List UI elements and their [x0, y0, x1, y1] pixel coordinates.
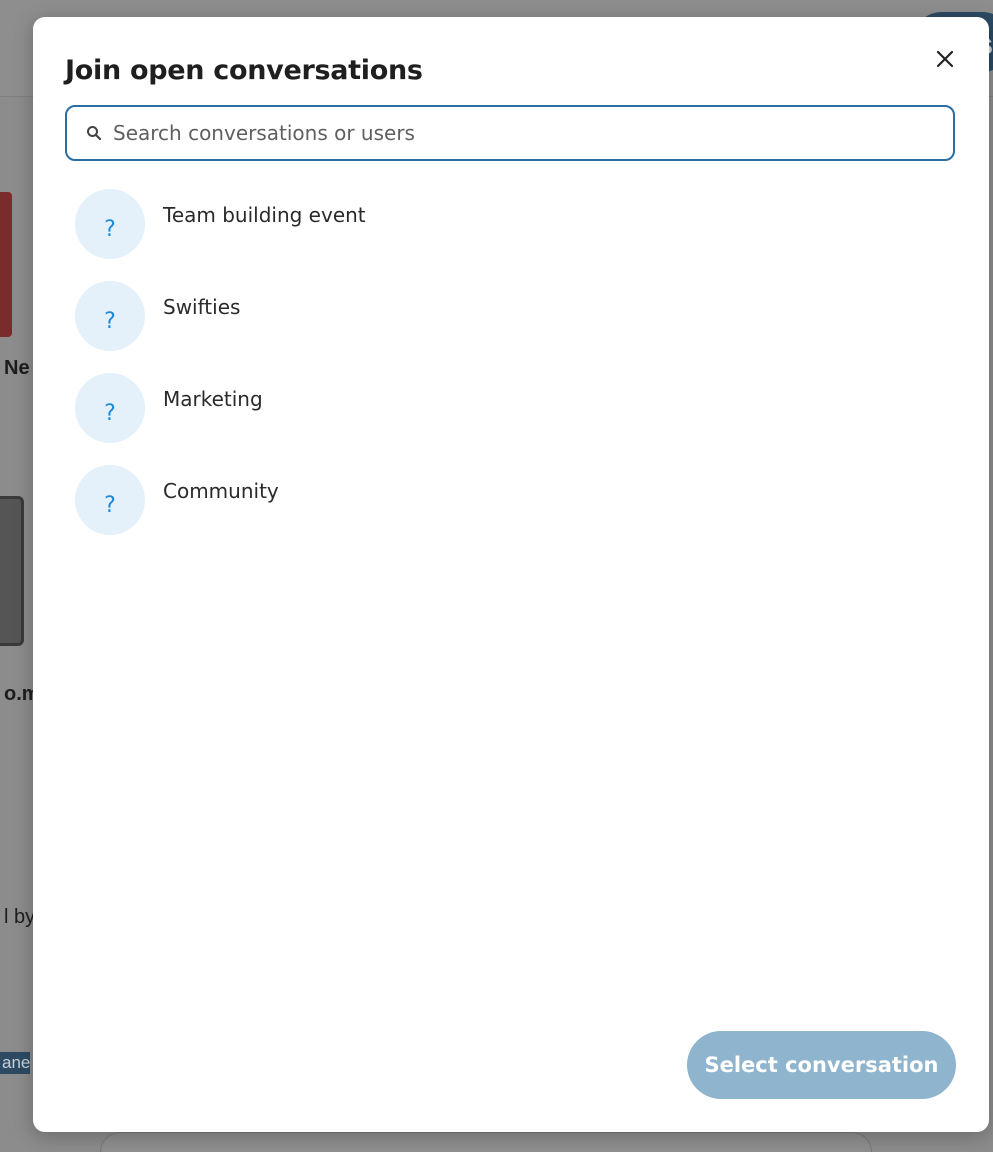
- conversation-avatar: ?: [75, 465, 145, 535]
- conversation-item[interactable]: ? Team building event: [75, 187, 945, 279]
- conversation-item[interactable]: ? Marketing: [75, 371, 945, 463]
- conversation-name: Marketing: [163, 387, 263, 411]
- select-conversation-button[interactable]: Select conversation: [687, 1031, 956, 1099]
- conversation-name: Community: [163, 479, 279, 503]
- background-card-meta: l by: [4, 906, 36, 928]
- background-card-image: [0, 192, 12, 337]
- background-card-image-2: [0, 496, 24, 646]
- search-field[interactable]: [65, 105, 955, 161]
- background-card-title: Ne: [4, 357, 30, 379]
- conversation-name: Swifties: [163, 295, 241, 319]
- search-icon: [85, 124, 103, 142]
- conversation-name: Team building event: [163, 203, 366, 227]
- conversation-avatar: ?: [75, 373, 145, 443]
- conversation-avatar: ?: [75, 281, 145, 351]
- join-conversations-dialog: Join open conversations ? Team building …: [33, 17, 989, 1132]
- dialog-title: Join open conversations: [65, 55, 423, 86]
- conversation-list: ? Team building event ? Swifties ? Marke…: [75, 187, 945, 555]
- conversation-item[interactable]: ? Community: [75, 463, 945, 555]
- background-input-field: [100, 1132, 872, 1152]
- conversation-avatar: ?: [75, 189, 145, 259]
- close-icon: [936, 50, 954, 68]
- conversation-item[interactable]: ? Swifties: [75, 279, 945, 371]
- close-button[interactable]: [929, 43, 961, 75]
- search-input[interactable]: [111, 106, 953, 160]
- background-tag-label: ane: [2, 1053, 31, 1072]
